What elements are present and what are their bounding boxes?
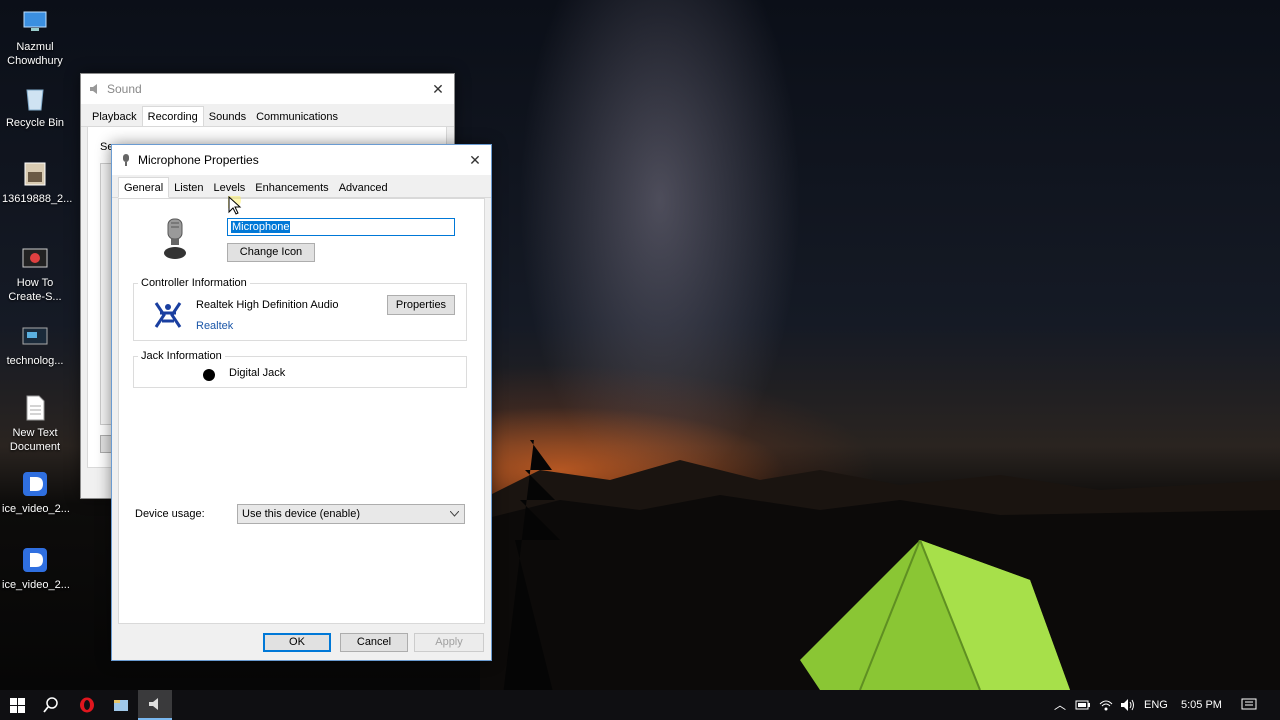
microphone-properties-window[interactable]: Microphone Properties ✕ General Listen L… [111, 144, 492, 661]
jack-color-dot [203, 369, 215, 381]
battery-icon[interactable] [1075, 699, 1091, 711]
recycle-bin-icon [26, 89, 44, 111]
desktop-icon-label: ice_video_2... [2, 503, 70, 515]
tab-general[interactable]: General [118, 177, 170, 198]
controller-properties-button[interactable]: Properties [387, 295, 455, 315]
sound-tabs: Playback Recording Sounds Communications [81, 104, 454, 127]
controller-info-label: Controller Information [138, 277, 250, 289]
taskbar: ︿ ENG 5:05 PM [0, 690, 1280, 720]
desktop-icon-label: 13619888_2... [2, 193, 73, 205]
device-usage-select[interactable]: Use this device (enable) [237, 504, 465, 524]
sound-close-button[interactable]: ✕ [428, 79, 448, 99]
change-icon-button[interactable]: Change Icon [227, 243, 315, 262]
props-tabs: General Listen Levels Enhancements Advan… [112, 175, 491, 198]
apply-button[interactable]: Apply [414, 633, 484, 652]
general-tab-panel: Microphone Change Icon Controller Inform… [118, 198, 485, 624]
desktop-icon-label: Recycle Bin [5, 117, 65, 129]
taskbar-opera[interactable] [70, 690, 104, 720]
notifications-icon[interactable] [1241, 698, 1257, 712]
sound-titlebar[interactable]: Sound ✕ [81, 74, 454, 104]
tab-levels[interactable]: Levels [209, 179, 251, 197]
text-document-icon [26, 395, 45, 421]
ice-video-icon [23, 472, 47, 496]
props-titlebar[interactable]: Microphone Properties ✕ [112, 145, 491, 175]
device-name-value: Microphone [231, 221, 291, 233]
speaker-icon [149, 698, 158, 710]
desktop-icon-ice-video-2[interactable]: ice_video_2... [2, 546, 70, 592]
tab-advanced[interactable]: Advanced [334, 179, 393, 197]
desktop-icon-image-file[interactable]: 13619888_2... [2, 160, 72, 206]
desktop-icon-label: Nazmul Chowdhury [7, 41, 63, 67]
file-explorer-icon [114, 700, 128, 711]
microphone-icon [123, 154, 129, 166]
desktop-icon-new-text-document[interactable]: New Text Document [2, 394, 68, 454]
chevron-down-icon [450, 511, 459, 517]
tab-sounds[interactable]: Sounds [204, 108, 251, 126]
desktop-icon-label: New Text Document [9, 427, 61, 453]
wifi-icon[interactable] [1099, 698, 1113, 712]
tab-recording[interactable]: Recording [141, 106, 204, 127]
windows-logo-icon [9, 697, 25, 713]
ok-button[interactable]: OK [263, 633, 331, 652]
volume-icon[interactable] [1120, 698, 1136, 712]
ice-video-icon [23, 548, 47, 572]
microphone-device-icon [164, 218, 186, 259]
jack-name: Digital Jack [229, 367, 286, 379]
language-indicator[interactable]: ENG [1144, 690, 1168, 720]
search-icon [43, 697, 58, 713]
clock[interactable]: 5:05 PM [1181, 690, 1222, 720]
realtek-logo-icon [154, 302, 182, 328]
desktop-icon-label: ice_video_2... [2, 579, 70, 591]
desktop-icon-technolog[interactable]: technolog... [2, 322, 68, 368]
tab-enhancements[interactable]: Enhancements [250, 179, 333, 197]
desktop-icon-user-folder[interactable]: Nazmul Chowdhury [2, 8, 68, 68]
controller-device-name: Realtek High Definition Audio [196, 299, 339, 311]
desktop-icon-howto[interactable]: How To Create-S... [2, 244, 68, 304]
sound-title: Sound [107, 82, 142, 96]
device-usage-label: Device usage: [135, 508, 205, 520]
computer-icon [23, 11, 47, 31]
taskbar-file-explorer[interactable] [104, 690, 138, 720]
desktop-icon-label: How To Create-S... [8, 277, 62, 303]
video-file-icon [22, 248, 48, 268]
tab-listen[interactable]: Listen [169, 179, 208, 197]
props-title: Microphone Properties [138, 153, 259, 167]
search-button[interactable] [34, 690, 68, 720]
device-name-input[interactable]: Microphone [227, 218, 455, 236]
device-usage-value: Use this device (enable) [242, 508, 361, 520]
mouse-cursor-icon [228, 196, 242, 215]
realtek-link[interactable]: Realtek [196, 320, 233, 332]
jack-info-label: Jack Information [138, 350, 225, 362]
desktop-icon-recycle-bin[interactable]: Recycle Bin [2, 84, 68, 130]
desktop-icon-label: technolog... [6, 355, 64, 367]
opera-icon [80, 697, 94, 713]
desktop-icon-ice-video-1[interactable]: ice_video_2... [2, 470, 70, 516]
image-file-icon [24, 162, 46, 186]
show-hidden-icons-chevron[interactable]: ︿ [1054, 690, 1066, 720]
speaker-icon [90, 84, 97, 94]
start-button[interactable] [0, 690, 34, 720]
tab-communications[interactable]: Communications [251, 108, 343, 126]
cancel-button[interactable]: Cancel [340, 633, 408, 652]
taskbar-sound-active[interactable] [138, 690, 172, 720]
tent-illustration [800, 540, 1070, 690]
video-file-icon [22, 327, 48, 345]
props-close-button[interactable]: ✕ [465, 150, 485, 170]
tab-playback[interactable]: Playback [87, 108, 142, 126]
